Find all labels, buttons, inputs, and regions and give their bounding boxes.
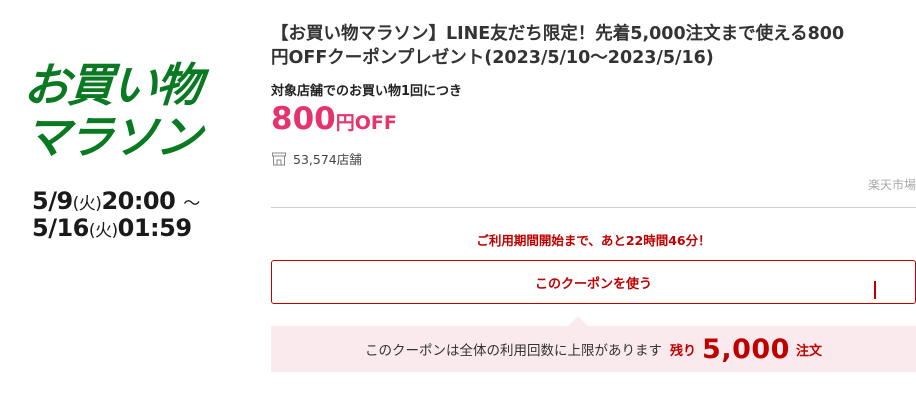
end-weekday: (火) xyxy=(88,221,118,241)
divider xyxy=(271,207,916,208)
banner-title-line1: お買い物 xyxy=(22,58,202,112)
discount-off: OFF xyxy=(354,112,397,134)
usage-limit-notice: このクーポンは全体の利用回数に上限があります 残り 5,000 注文 xyxy=(271,316,916,372)
discount-value: 800円OFF xyxy=(271,100,397,138)
discount-amount: 800 xyxy=(271,101,336,137)
countdown-message: ご利用期間開始まで、あと22時間46分！ xyxy=(476,233,711,248)
text-cursor xyxy=(874,281,876,299)
start-weekday: (火) xyxy=(72,194,102,214)
banner-end: 5/16(火)01:59 xyxy=(32,214,192,245)
use-coupon-button[interactable]: このクーポンを使う xyxy=(271,260,916,304)
store-icon xyxy=(271,152,287,166)
end-time: 01:59 xyxy=(117,214,192,242)
coupon-condition: 対象店舗でのお買い物1回につき xyxy=(271,84,463,99)
use-coupon-label: このクーポンを使う xyxy=(534,276,652,292)
limit-message: このクーポンは全体の利用回数に上限があります xyxy=(365,343,663,359)
start-time: 20:00 xyxy=(101,187,176,215)
discount-yen: 円 xyxy=(335,112,355,134)
coupon-title: 【お買い物マラソン】LINE友だち限定！先着5,000注文まで使える800 円O… xyxy=(271,22,916,70)
remaining-label: 残り xyxy=(670,343,697,359)
coupon-title-line2: 円OFFクーポンプレゼント(2023/5/10～2023/5/16) xyxy=(271,48,714,68)
remaining-unit: 注文 xyxy=(795,343,822,359)
coupon-title-line1: 【お買い物マラソン】LINE友だち限定！先着5,000注文まで使える800 xyxy=(271,24,845,44)
shop-count: 53,574店舗 xyxy=(271,149,362,168)
campaign-banner: お買い物 マラソン 5/9(火)20:00 ～ 5/16(火)01:59 xyxy=(0,0,262,412)
coupon-info: 【お買い物マラソン】LINE友だち限定！先着5,000注文まで使える800 円O… xyxy=(271,0,916,412)
shop-count-text: 53,574店舗 xyxy=(293,152,362,167)
start-date: 5/9 xyxy=(32,187,73,215)
end-date: 5/16 xyxy=(32,214,89,242)
period-separator: ～ xyxy=(183,194,200,214)
issuer-name: 楽天市場 xyxy=(867,178,916,192)
remaining-count: 5,000 xyxy=(702,333,790,365)
banner-title-line2: マラソン xyxy=(22,110,202,164)
